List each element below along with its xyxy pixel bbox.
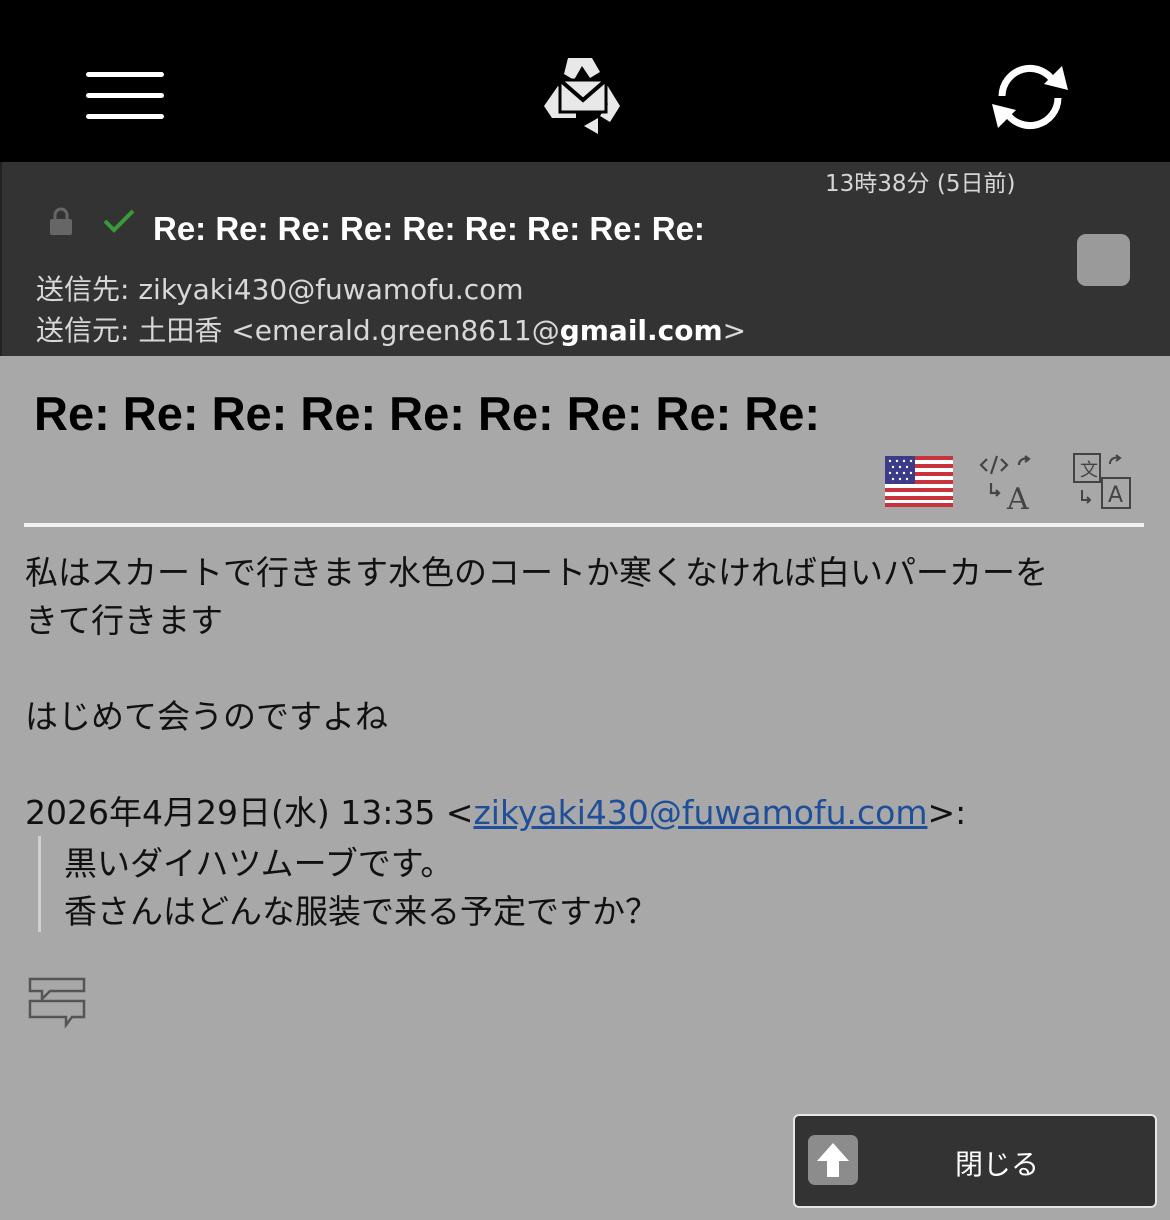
recycle-mail-logo [544,58,620,134]
select-checkbox[interactable] [1077,234,1130,286]
svg-text:A: A [1108,483,1123,508]
recipient-line: 送信先: zikyaki430@fuwamofu.com [36,268,524,308]
body-line-3: はじめて会うのですよね [25,697,388,736]
to-address: zikyaki430@fuwamofu.com [138,273,524,306]
from-address-prefix: <emerald.green8611@ [222,314,560,347]
body-line-1: 私はスカートで行きます水色のコートか寒くなければ白いパーカーを [25,553,1048,592]
up-arrow-icon [808,1135,858,1185]
code-translate-icon[interactable]: A [979,453,1041,511]
top-toolbar [0,0,1170,162]
from-name: 土田香 [138,314,223,347]
quote-header-prefix: 2026年4月29日(水) 13:35 < [25,793,474,832]
header-divider [24,523,1144,527]
sender-line: 送信元: 土田香 <emerald.green8611@gmail.com> [36,309,746,349]
body-line-2: きて行きます [25,601,223,640]
us-flag-icon[interactable] [885,456,953,507]
message-subject: Re: Re: Re: Re: Re: Re: Re: Re: Re: [34,387,821,440]
from-label: 送信元: [36,314,139,347]
quote-line-2: 香さんはどんな服装で来る予定ですか？ [64,892,658,931]
quote-line-1: 黒いダイハツムーブです。 [64,844,454,883]
header-subject: Re: Re: Re: Re: Re: Re: Re: Re: Re: [153,210,705,247]
hamburger-menu-icon[interactable] [86,72,166,120]
quote-header: 2026年4月29日(水) 13:35 <zikyaki430@fuwamofu… [25,789,1145,837]
svg-text:文: 文 [1080,460,1098,481]
quote-bar [38,836,41,932]
close-button[interactable]: 閉じる [793,1114,1157,1208]
check-icon [103,209,135,233]
from-address-domain: gmail.com [559,314,723,347]
received-time: 13時38分 (5日前) [825,171,1016,197]
quote-header-suffix: >: [927,793,967,832]
quote-email-link[interactable]: zikyaki430@fuwamofu.com [473,793,927,832]
from-address-suffix: > [722,314,747,347]
close-button-label: 閉じる [955,1148,1040,1181]
refresh-icon[interactable] [982,56,1078,138]
lock-icon [50,207,72,235]
reply-icon[interactable] [26,975,88,1029]
translate-icon[interactable]: 文 A [1072,452,1132,512]
to-label: 送信先: [36,273,139,306]
svg-text:A: A [1006,482,1029,511]
